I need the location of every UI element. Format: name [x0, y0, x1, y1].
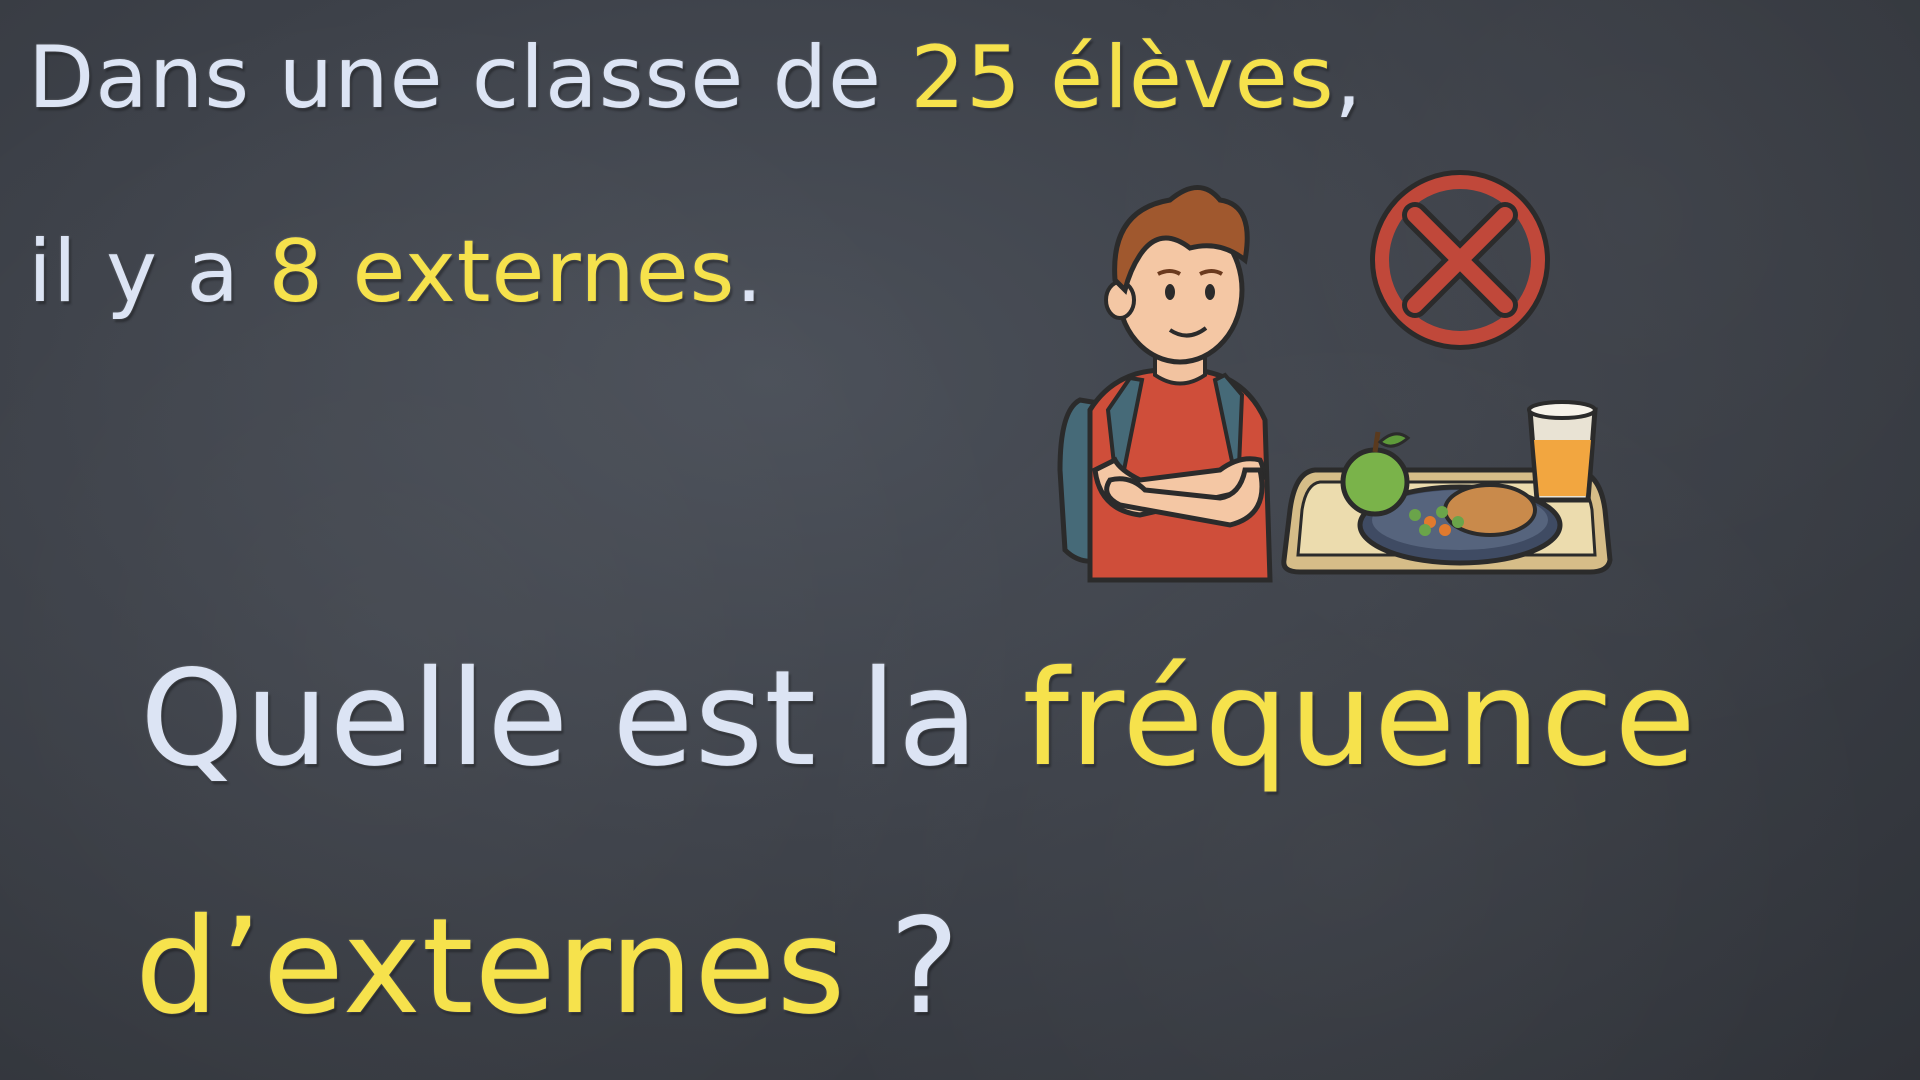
question-line-1: Quelle est la fréquence: [140, 642, 1697, 796]
statement-line-2: il y a 8 externes.: [28, 222, 764, 322]
apple-icon: [1340, 431, 1411, 517]
externes-count-highlight: 8 externes: [268, 222, 736, 322]
statement-punctuation: ,: [1334, 28, 1363, 128]
externes-highlight: d’externes: [135, 890, 847, 1044]
question-line-2: d’externes ?: [135, 890, 960, 1044]
student-icon: [1057, 185, 1273, 583]
question-mark: ?: [846, 890, 961, 1044]
students-count-highlight: 25 élèves: [910, 28, 1335, 128]
frequence-highlight: fréquence: [1022, 642, 1697, 796]
statement-punctuation: .: [735, 222, 764, 322]
question-text: Quelle est la: [140, 642, 1023, 796]
illustration: [1057, 170, 1613, 583]
juice-glass-icon: [1527, 400, 1598, 503]
statement-line-1: Dans une classe de 25 élèves,: [28, 28, 1363, 128]
statement-text: il y a: [28, 222, 269, 322]
no-symbol-icon: [1370, 170, 1550, 350]
statement-text: Dans une classe de: [28, 28, 911, 128]
